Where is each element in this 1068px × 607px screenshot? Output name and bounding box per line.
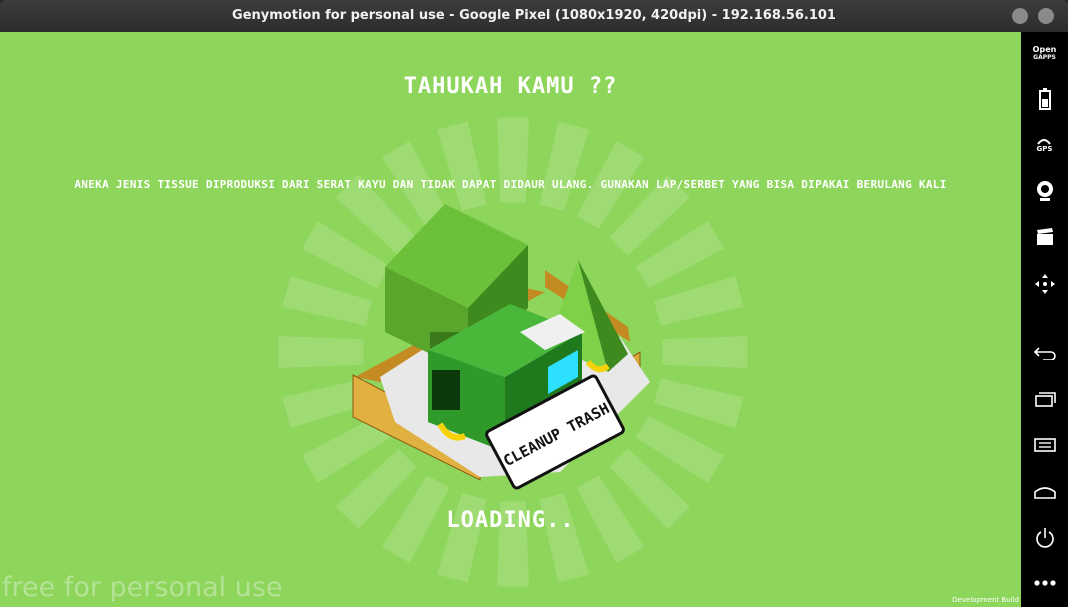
recent-apps-icon bbox=[1034, 392, 1056, 407]
gps-button[interactable]: GPS bbox=[1021, 128, 1068, 162]
power-button[interactable] bbox=[1021, 521, 1068, 555]
loading-text: LOADING.. bbox=[446, 508, 575, 533]
menu-icon bbox=[1033, 438, 1056, 452]
window-titlebar: Genymotion for personal use - Google Pix… bbox=[0, 0, 1068, 32]
home-icon bbox=[1033, 487, 1056, 499]
move-arrows-icon bbox=[1034, 274, 1055, 294]
recent-apps-button[interactable] bbox=[1021, 382, 1068, 416]
close-button[interactable] bbox=[1038, 8, 1054, 24]
home-button[interactable] bbox=[1021, 475, 1068, 509]
battery-button[interactable] bbox=[1021, 82, 1068, 116]
gapps-bottom-label: GAPPS bbox=[1033, 54, 1056, 61]
more-button[interactable] bbox=[1021, 566, 1068, 600]
media-button[interactable] bbox=[1021, 220, 1068, 254]
window-title: Genymotion for personal use - Google Pix… bbox=[232, 8, 836, 23]
development-build-label: Development Build bbox=[952, 596, 1019, 604]
gapps-top-label: Open bbox=[1032, 45, 1057, 54]
back-icon bbox=[1033, 347, 1056, 360]
webcam-button[interactable] bbox=[1021, 174, 1068, 208]
clapperboard-icon bbox=[1036, 228, 1053, 245]
open-gapps-button[interactable]: Open GAPPS bbox=[1021, 37, 1068, 71]
gps-icon: GPS bbox=[1036, 137, 1053, 153]
webcam-icon bbox=[1036, 181, 1053, 201]
menu-button[interactable] bbox=[1021, 428, 1068, 462]
open-gapps-icon: Open GAPPS bbox=[1033, 46, 1057, 62]
back-button[interactable] bbox=[1021, 336, 1068, 370]
minimize-button[interactable] bbox=[1012, 8, 1028, 24]
power-icon bbox=[1035, 528, 1054, 548]
truck-rear-door bbox=[432, 370, 460, 410]
gps-label: GPS bbox=[1036, 145, 1053, 153]
genymotion-toolbar: Open GAPPS GPS bbox=[1021, 32, 1068, 607]
personal-use-watermark: free for personal use bbox=[2, 572, 283, 603]
device-screen[interactable]: TAHUKAH KAMU ?? ANEKA JENIS TISSUE DIPRO… bbox=[0, 32, 1021, 607]
move-button[interactable] bbox=[1021, 267, 1068, 301]
more-icon bbox=[1033, 580, 1056, 586]
battery-icon bbox=[1038, 88, 1051, 110]
